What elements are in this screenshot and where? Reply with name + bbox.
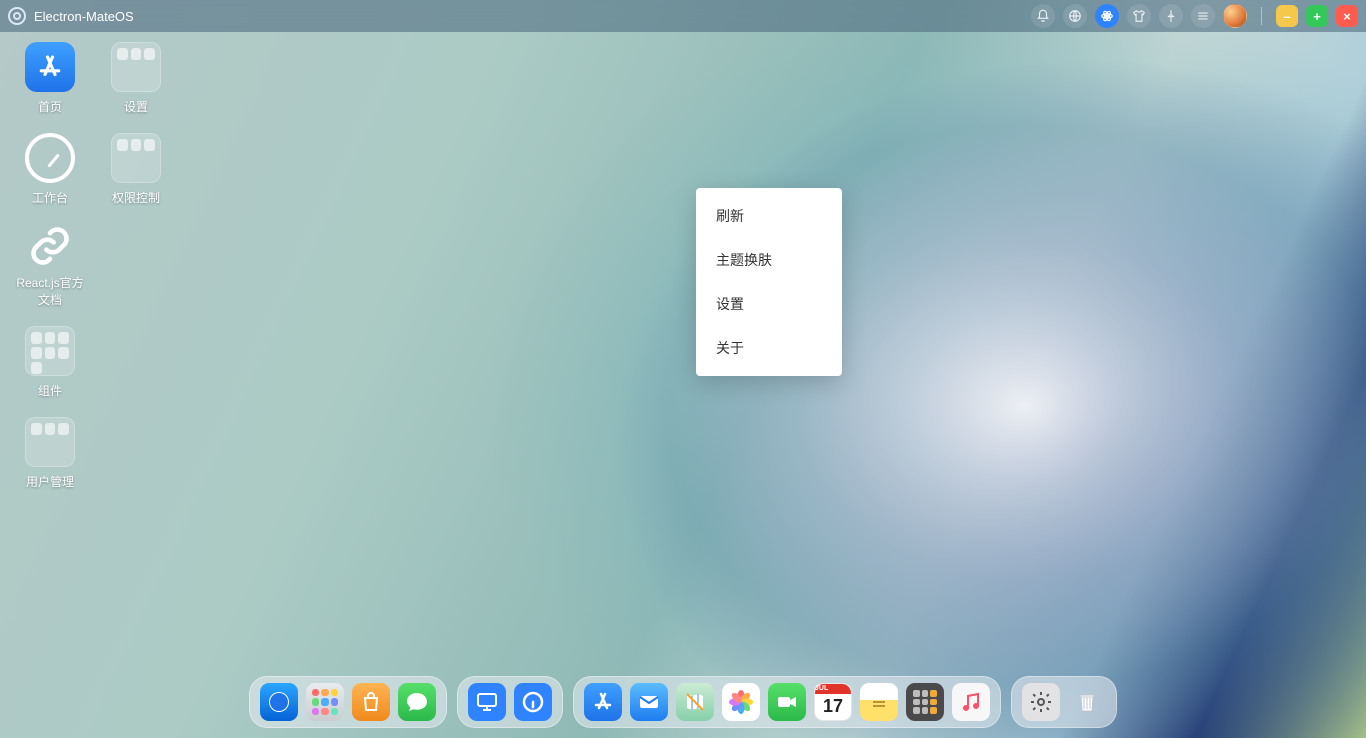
folder-icon <box>25 417 75 467</box>
folder-icon <box>111 42 161 92</box>
dock-messages[interactable] <box>398 683 436 721</box>
tray: – + × <box>1031 4 1358 28</box>
dock: JUL 17 <box>249 676 1117 728</box>
dock-group-3: JUL 17 <box>573 676 1001 728</box>
bell-icon[interactable] <box>1031 4 1055 28</box>
dock-launchpad[interactable] <box>306 683 344 721</box>
dock-music[interactable] <box>952 683 990 721</box>
dock-group-2 <box>457 676 563 728</box>
icon-label: 设置 <box>124 98 148 115</box>
dock-appstore[interactable] <box>584 683 622 721</box>
menu-lines-icon[interactable] <box>1191 4 1215 28</box>
close-button[interactable]: × <box>1336 5 1358 27</box>
dock-trash[interactable] <box>1068 683 1106 721</box>
dock-calendar[interactable]: JUL 17 <box>814 683 852 721</box>
icon-label: 组件 <box>38 382 62 399</box>
dock-maps[interactable] <box>676 683 714 721</box>
context-menu: 刷新 主题换肤 设置 关于 <box>696 188 842 376</box>
minimize-button[interactable]: – <box>1276 5 1298 27</box>
desktop-icon-workbench[interactable]: 工作台 <box>12 133 88 206</box>
atom-icon[interactable] <box>1095 4 1119 28</box>
dock-display[interactable] <box>468 683 506 721</box>
desktop-icons: 首页 设置 工作台 权限控制 React.js官方文档 组件 用户管理 <box>12 42 174 490</box>
desktop-icon-components-folder[interactable]: 组件 <box>12 326 88 399</box>
dock-calculator[interactable] <box>906 683 944 721</box>
ctx-refresh[interactable]: 刷新 <box>696 194 842 238</box>
icon-label: 首页 <box>38 98 62 115</box>
desktop-icon-user-mgmt-folder[interactable]: 用户管理 <box>12 417 88 490</box>
folder-icon <box>111 133 161 183</box>
icon-label: 工作台 <box>32 189 68 206</box>
dock-bag[interactable] <box>352 683 390 721</box>
dock-group-4 <box>1011 676 1117 728</box>
dock-notes[interactable] <box>860 683 898 721</box>
icon-label: 权限控制 <box>112 189 160 206</box>
avatar[interactable] <box>1223 4 1247 28</box>
desktop-icon-settings-folder[interactable]: 设置 <box>98 42 174 115</box>
icon-label: 用户管理 <box>26 473 74 490</box>
desktop-icon-react-docs[interactable]: React.js官方文档 <box>12 224 88 308</box>
folder-icon <box>25 326 75 376</box>
app-title: Electron-MateOS <box>34 9 134 24</box>
globe-icon[interactable] <box>1063 4 1087 28</box>
appstore-A-icon <box>25 42 75 92</box>
link-icon <box>28 224 72 268</box>
desktop-icon-home[interactable]: 首页 <box>12 42 88 115</box>
electron-logo-icon <box>8 7 26 25</box>
maximize-button[interactable]: + <box>1306 5 1328 27</box>
desktop-icon-permission-folder[interactable]: 权限控制 <box>98 133 174 206</box>
calendar-month: JUL <box>815 684 851 694</box>
calendar-day: 17 <box>823 696 843 717</box>
dock-info[interactable] <box>514 683 552 721</box>
dock-facetime[interactable] <box>768 683 806 721</box>
ctx-about[interactable]: 关于 <box>696 326 842 370</box>
dock-safari[interactable] <box>260 683 298 721</box>
ctx-settings[interactable]: 设置 <box>696 282 842 326</box>
gauge-icon <box>25 133 75 183</box>
topbar-title-area: Electron-MateOS <box>8 7 134 25</box>
shirt-icon[interactable] <box>1127 4 1151 28</box>
ctx-theme[interactable]: 主题换肤 <box>696 238 842 282</box>
topbar: Electron-MateOS – + × <box>0 0 1366 32</box>
dock-group-1 <box>249 676 447 728</box>
icon-label: React.js官方文档 <box>12 274 88 308</box>
dock-photos[interactable] <box>722 683 760 721</box>
dock-system-settings[interactable] <box>1022 683 1060 721</box>
pin-icon[interactable] <box>1159 4 1183 28</box>
dock-mail[interactable] <box>630 683 668 721</box>
